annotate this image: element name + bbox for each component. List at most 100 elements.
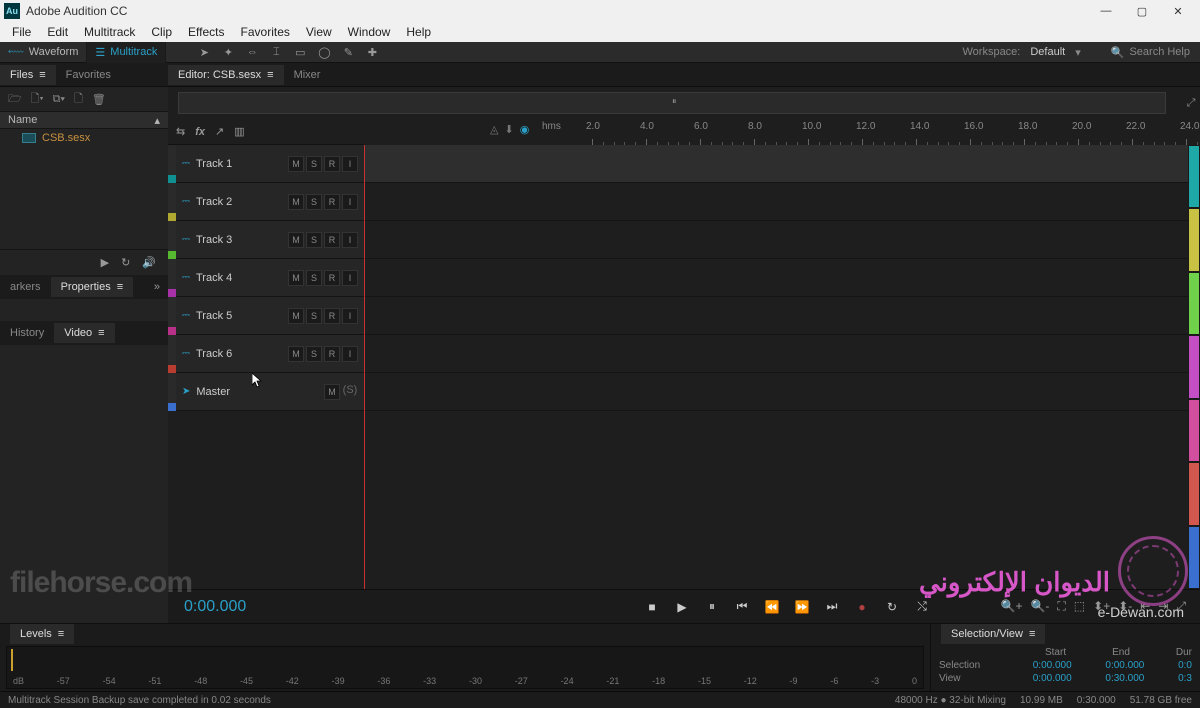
favorites-tab[interactable]: Favorites xyxy=(56,65,121,85)
track-name[interactable]: Track 2 xyxy=(196,196,288,208)
menu-file[interactable]: File xyxy=(4,23,39,41)
track-i-button[interactable]: I xyxy=(342,308,358,324)
track-r-button[interactable]: R xyxy=(324,308,340,324)
track-s-button[interactable]: S xyxy=(306,232,322,248)
menu-view[interactable]: View xyxy=(298,23,340,41)
editor-tab[interactable]: Editor: CSB.sesx≡ xyxy=(168,65,284,85)
menu-effects[interactable]: Effects xyxy=(180,23,232,41)
expand-icon[interactable]: » xyxy=(154,281,168,293)
playhead-icon[interactable]: ◉ xyxy=(520,123,530,136)
move-tool-icon[interactable]: ➤ xyxy=(196,44,212,60)
autoplay-mini-icon[interactable]: 🔊 xyxy=(142,256,156,269)
menu-favorites[interactable]: Favorites xyxy=(233,23,298,41)
search-icon[interactable]: 🔍 xyxy=(1111,46,1125,59)
track-r-button[interactable]: R xyxy=(324,270,340,286)
track-r-button[interactable]: R xyxy=(324,346,340,362)
zoom-out-v-icon[interactable]: ⬍- xyxy=(1118,599,1132,614)
playhead[interactable] xyxy=(364,145,365,589)
track-i-button[interactable]: I xyxy=(342,156,358,172)
record-button[interactable]: ● xyxy=(854,600,870,614)
play-button[interactable]: ▶ xyxy=(674,600,690,614)
workspace-dropdown[interactable]: Default xyxy=(1030,46,1065,58)
track-header[interactable]: ⎓ Track 2 MSRI xyxy=(176,183,364,220)
track-row[interactable]: ⎓ Track 5 MSRI xyxy=(168,297,1188,335)
track-s-button[interactable]: S xyxy=(306,308,322,324)
track-i-button[interactable]: I xyxy=(342,346,358,362)
forward-button[interactable]: ⏩ xyxy=(794,600,810,614)
lasso-icon[interactable]: ◯ xyxy=(316,44,332,60)
track-header[interactable]: ⎓ Track 1 MSRI xyxy=(176,145,364,182)
track-s-button[interactable]: S xyxy=(306,194,322,210)
close-file-icon[interactable]: 🗋 xyxy=(74,90,83,109)
video-tab[interactable]: Video≡ xyxy=(54,323,114,343)
skip-fwd-button[interactable]: ⏭ xyxy=(824,599,840,614)
menu-edit[interactable]: Edit xyxy=(39,23,76,41)
time-ruler[interactable]: ◬ ⬇ ◉ hms 2.04.06.08.010.012.014.016.018… xyxy=(364,119,1200,145)
track-name[interactable]: Track 1 xyxy=(196,158,288,170)
track-row[interactable]: ⎓ Track 1 MSRI xyxy=(168,145,1188,183)
file-item[interactable]: CSB.sesx xyxy=(0,129,168,147)
open-file-icon[interactable]: 🗁 xyxy=(8,90,22,109)
track-lane[interactable] xyxy=(364,145,1188,182)
maximize-button[interactable]: ▢ xyxy=(1124,0,1160,22)
master-lane[interactable] xyxy=(364,373,1188,410)
track-name[interactable]: Track 4 xyxy=(196,272,288,284)
track-row[interactable]: ⎓ Track 4 MSRI xyxy=(168,259,1188,297)
zoom-in-left-icon[interactable]: ⇤ xyxy=(1140,599,1150,614)
master-name[interactable]: Master xyxy=(196,386,324,398)
track-lane[interactable] xyxy=(364,259,1188,296)
track-header[interactable]: ⎓ Track 5 MSRI xyxy=(176,297,364,334)
levels-tab[interactable]: Levels≡ xyxy=(10,624,74,644)
track-m-button[interactable]: M xyxy=(288,270,304,286)
eq-icon[interactable]: ▥ xyxy=(234,125,244,138)
snap-icon[interactable]: ◬ xyxy=(490,123,498,136)
pause-button[interactable]: ⏸ xyxy=(704,599,720,614)
loop-button[interactable]: ↻ xyxy=(884,600,900,614)
sort-asc-icon[interactable]: ▴ xyxy=(154,114,160,127)
menu-clip[interactable]: Clip xyxy=(143,23,180,41)
overview-bar[interactable]: ⏸ xyxy=(178,92,1166,114)
zoom-reset-icon[interactable]: ⤢ xyxy=(1176,599,1186,614)
heal-icon[interactable]: ✚ xyxy=(364,44,380,60)
mixer-tab[interactable]: Mixer xyxy=(284,65,331,85)
track-row[interactable]: ⎓ Track 3 MSRI xyxy=(168,221,1188,259)
time-select-icon[interactable]: ⌶ xyxy=(268,44,284,60)
track-m-button[interactable]: M xyxy=(288,232,304,248)
menu-multitrack[interactable]: Multitrack xyxy=(76,23,143,41)
track-header[interactable]: ⎓ Track 3 MSRI xyxy=(176,221,364,258)
track-lane[interactable] xyxy=(364,183,1188,220)
search-input[interactable]: Search Help xyxy=(1129,46,1190,58)
track-name[interactable]: Track 5 xyxy=(196,310,288,322)
brush-icon[interactable]: ✎ xyxy=(340,44,356,60)
minimize-button[interactable]: — xyxy=(1088,0,1124,22)
zoom-in-icon[interactable]: 🔍+ xyxy=(1001,599,1023,614)
razor-tool-icon[interactable]: ✦ xyxy=(220,44,236,60)
track-header[interactable]: ⎓ Track 6 MSRI xyxy=(176,335,364,372)
track-m-button[interactable]: M xyxy=(288,308,304,324)
rewind-button[interactable]: ⏪ xyxy=(764,600,780,614)
track-name[interactable]: Track 3 xyxy=(196,234,288,246)
slip-tool-icon[interactable]: ⇔ xyxy=(244,44,260,60)
name-column-header[interactable]: Name xyxy=(8,114,37,126)
mode-waveform[interactable]: ⬳ Waveform xyxy=(0,42,87,63)
master-m-button[interactable]: M xyxy=(324,384,340,400)
track-i-button[interactable]: I xyxy=(342,232,358,248)
close-button[interactable]: ✕ xyxy=(1160,0,1196,22)
track-lane[interactable] xyxy=(364,297,1188,334)
track-s-button[interactable]: S xyxy=(306,156,322,172)
track-m-button[interactable]: M xyxy=(288,194,304,210)
zoom-in-right-icon[interactable]: ⇥ xyxy=(1158,599,1168,614)
track-header[interactable]: ⎓ Track 4 MSRI xyxy=(176,259,364,296)
track-lane[interactable] xyxy=(364,221,1188,258)
track-m-button[interactable]: M xyxy=(288,156,304,172)
master-track-row[interactable]: ➤ Master M (S) xyxy=(168,373,1188,411)
inputs-icon[interactable]: ⇆ xyxy=(176,125,185,138)
zoom-out-icon[interactable]: 🔍- xyxy=(1030,599,1049,614)
properties-tab[interactable]: Properties≡ xyxy=(51,277,134,297)
master-header[interactable]: ➤ Master M (S) xyxy=(176,373,364,410)
track-s-button[interactable]: S xyxy=(306,346,322,362)
trash-icon[interactable]: 🗑 xyxy=(92,93,106,106)
history-tab[interactable]: History xyxy=(0,323,54,343)
marquee-icon[interactable]: ▭ xyxy=(292,44,308,60)
track-r-button[interactable]: R xyxy=(324,232,340,248)
